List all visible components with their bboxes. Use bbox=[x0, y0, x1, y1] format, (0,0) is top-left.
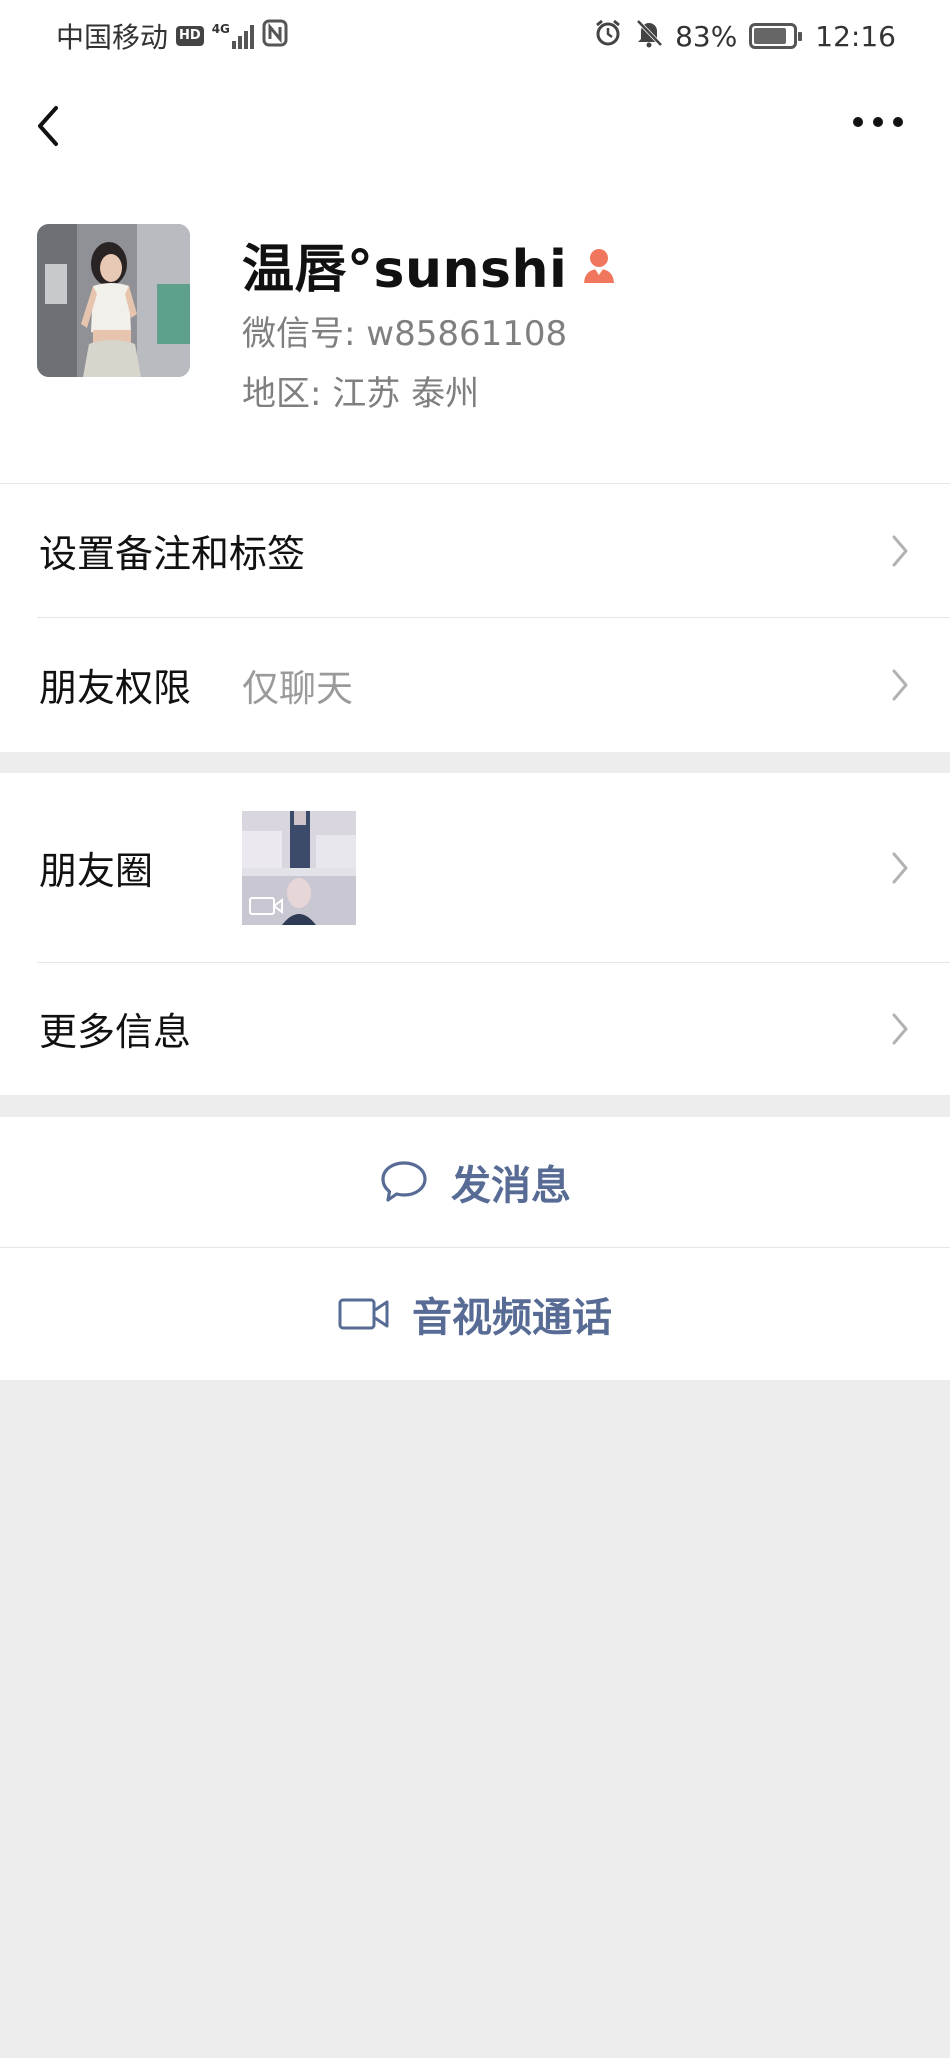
video-call-label: 音视频通话 bbox=[412, 1295, 612, 1341]
status-left: 中国移动 HD 4G bbox=[56, 18, 288, 54]
more-info-label: 更多信息 bbox=[39, 1010, 192, 1054]
mute-bell-icon bbox=[635, 18, 663, 55]
nfc-icon bbox=[262, 19, 288, 54]
settings-group: 设置备注和标签 朋友权限 仅聊天 bbox=[0, 484, 950, 752]
more-dots-icon bbox=[853, 117, 903, 127]
more-info-row[interactable]: 更多信息 bbox=[0, 962, 950, 1095]
nav-bar bbox=[0, 72, 950, 182]
chevron-right-icon bbox=[892, 535, 908, 566]
wechat-id: 微信号: w85861108 bbox=[242, 314, 568, 354]
network-type: 4G bbox=[211, 22, 230, 36]
back-button[interactable] bbox=[28, 96, 78, 156]
profile-card: 温唇°sunshi 微信号: w85861108 地区: 江苏 泰州 bbox=[0, 182, 950, 484]
remark-tags-row[interactable]: 设置备注和标签 bbox=[0, 484, 950, 617]
name-row: 温唇°sunshi bbox=[242, 227, 619, 302]
chevron-right-icon bbox=[892, 852, 908, 883]
region: 地区: 江苏 泰州 bbox=[242, 374, 480, 414]
send-message-label: 发消息 bbox=[451, 1163, 571, 1209]
send-message-button[interactable]: 发消息 bbox=[0, 1117, 950, 1247]
friend-permission-value: 仅聊天 bbox=[242, 666, 353, 710]
carrier-name: 中国移动 bbox=[56, 21, 169, 54]
chevron-left-icon bbox=[38, 106, 58, 146]
status-right: 83% 12:16 bbox=[593, 18, 896, 54]
hd-badge: HD bbox=[176, 26, 204, 46]
battery-icon bbox=[749, 23, 803, 49]
moments-thumbnail bbox=[242, 810, 356, 925]
clock: 12:16 bbox=[815, 19, 896, 53]
alarm-icon bbox=[593, 18, 623, 55]
video-call-button[interactable]: 音视频通话 bbox=[0, 1248, 950, 1380]
chat-bubble-icon bbox=[381, 1161, 427, 1202]
more-button[interactable] bbox=[844, 94, 914, 154]
moments-label: 朋友圈 bbox=[39, 849, 154, 893]
chevron-right-icon bbox=[892, 669, 908, 700]
info-group: 朋友圈 更多信息 bbox=[0, 773, 950, 1095]
profile-name: 温唇°sunshi bbox=[242, 240, 568, 300]
female-gender-icon bbox=[579, 245, 619, 285]
avatar[interactable] bbox=[37, 224, 190, 377]
friend-permission-label: 朋友权限 bbox=[39, 666, 192, 710]
remark-tags-label: 设置备注和标签 bbox=[39, 532, 306, 576]
battery-percent: 83% bbox=[675, 19, 738, 53]
chevron-right-icon bbox=[892, 1013, 908, 1044]
status-bar: 中国移动 HD 4G 83% 12:16 bbox=[0, 0, 950, 72]
moments-row[interactable]: 朋友圈 bbox=[0, 773, 950, 962]
video-camera-icon bbox=[338, 1298, 389, 1330]
friend-permission-row[interactable]: 朋友权限 仅聊天 bbox=[0, 617, 950, 752]
signal-icon: 4G bbox=[212, 23, 254, 49]
